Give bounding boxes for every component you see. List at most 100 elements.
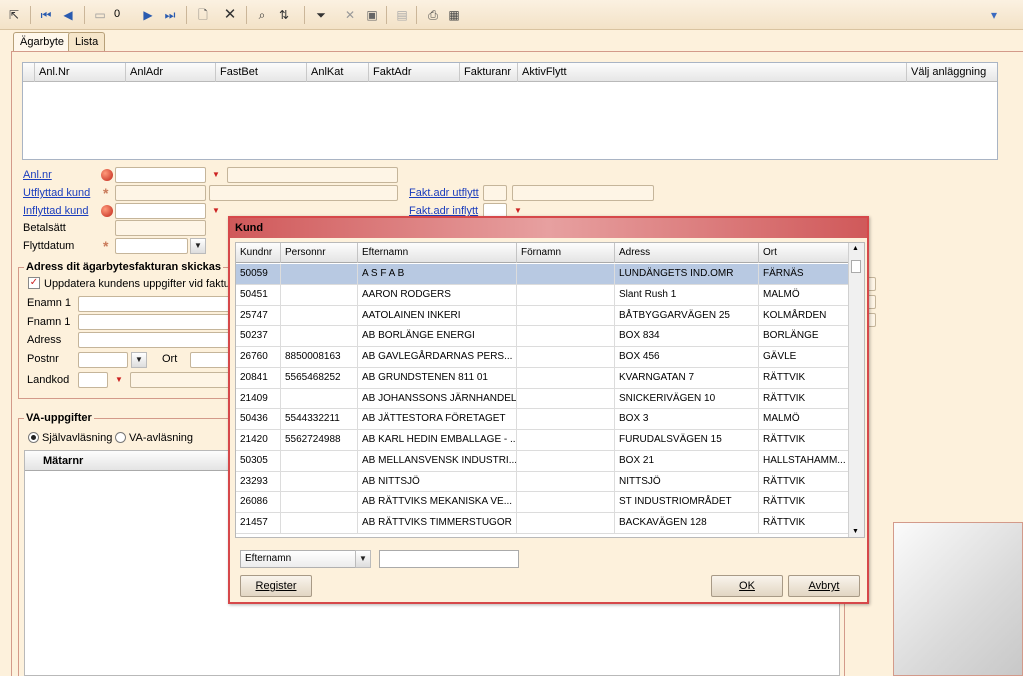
anlnr-link[interactable]: Anl.nr — [23, 169, 52, 181]
table-row[interactable]: 50305 AB MELLANSVENSK INDUSTRI... BOX 21 HA… — [236, 450, 849, 472]
anlaggning-grid[interactable]: Anl.Nr AnlAdr FastBet AnlKat FaktAdr Fak… — [22, 62, 998, 160]
utflyttad-kund-link[interactable]: Utflyttad kund — [23, 187, 90, 199]
column-header[interactable]: AnlKat — [307, 63, 369, 82]
record-icon: ▭ — [94, 8, 106, 22]
grid-header: Anl.Nr AnlAdr FastBet AnlKat FaktAdr Fak… — [23, 63, 997, 82]
table-cell: FÄRNÄS — [759, 264, 849, 284]
enamn-field[interactable] — [78, 296, 233, 312]
table-row[interactable]: 50059 A S F A B LUNDÄNGETS IND.OMR FÄRNÄS — [236, 264, 849, 285]
column-header[interactable]: Förnamn — [517, 243, 615, 263]
table-cell: 23293 — [236, 471, 281, 492]
anlnr-field[interactable] — [115, 167, 206, 183]
tab-agarbyte[interactable]: Ägarbyte — [13, 32, 72, 53]
form-icon[interactable]: ▤ — [394, 7, 410, 23]
vertical-scrollbar[interactable]: ▲ ▼ — [848, 243, 864, 537]
ort-field[interactable] — [190, 352, 233, 368]
va-avlasning-radio[interactable] — [115, 432, 126, 443]
table-row[interactable]: 21457 AB RÄTTVIKS TIMMERSTUGOR BACKAVÄGEN … — [236, 513, 849, 534]
ok-button[interactable]: OK — [711, 575, 783, 597]
update-checkbox[interactable]: ✓ — [28, 277, 40, 289]
sort-icon[interactable]: ⇅ — [276, 7, 292, 23]
filter-icon[interactable]: ⏷ — [313, 7, 329, 23]
find-icon[interactable]: ⌕ — [254, 7, 270, 23]
table-row[interactable]: 26760 8850008163 AB GAVLEGÅRDARNAS PERS...… — [236, 347, 849, 368]
adress-field[interactable] — [78, 332, 233, 348]
table-cell — [517, 326, 615, 347]
window-icon[interactable]: ▣ — [364, 7, 380, 23]
print-icon[interactable]: ⎙ — [425, 7, 441, 23]
options-icon[interactable]: ▾ — [986, 7, 1002, 23]
search-field-dropdown-icon[interactable]: ▼ — [355, 550, 371, 568]
inflyttad-kund-field[interactable] — [115, 203, 206, 219]
table-cell: 21420 — [236, 430, 281, 450]
fnamn-field[interactable] — [78, 314, 233, 330]
cancel-button[interactable]: Avbryt — [788, 575, 860, 597]
table-row[interactable]: 25747 AATOLAINEN INKERI BÅTBYGGARVÄGEN 25 K… — [236, 305, 849, 327]
table-row[interactable]: 21409 AB JOHANSSONS JÄRNHANDEL SNICKERIVÄG… — [236, 388, 849, 410]
postnr-field[interactable] — [78, 352, 128, 368]
table-cell: 21409 — [236, 388, 281, 409]
next-record-icon[interactable]: ▶ — [140, 7, 156, 23]
matarnr-column-header[interactable]: Mätarnr — [43, 455, 83, 467]
utflyttad-kund-name-field — [209, 185, 398, 201]
landkod-label: Landkod — [27, 374, 70, 386]
kund-dialog: Kund Kundnr Personnr Efternamn Förnamn A… — [228, 216, 869, 604]
table-cell: AB MELLANSVENSK INDUSTRI... — [358, 450, 517, 471]
tab-lista[interactable]: Lista — [68, 32, 106, 52]
print-preview-icon[interactable]: ▦ — [446, 7, 462, 23]
table-cell: BOX 3 — [615, 409, 759, 430]
table-row[interactable]: 50451 AARON RODGERS Slant Rush 1 MALMÖ — [236, 284, 849, 306]
table-cell: 5562724988 — [281, 430, 358, 450]
inflyttad-kund-link[interactable]: Inflyttad kund — [23, 205, 88, 217]
scroll-up-icon[interactable]: ▲ — [852, 245, 859, 252]
flyttdatum-field[interactable] — [115, 238, 188, 254]
delete-icon[interactable]: ✕ — [222, 7, 238, 23]
column-header[interactable]: FastBet — [216, 63, 307, 82]
table-row[interactable]: 23293 AB NITTSJÖ NITTSJÖ RÄTTVIK — [236, 471, 849, 493]
column-header[interactable]: AnlAdr — [126, 63, 216, 82]
scroll-thumb[interactable] — [851, 260, 861, 273]
register-button[interactable]: Register — [240, 575, 312, 597]
last-record-icon[interactable]: ⏭ — [162, 7, 178, 23]
landkod-desc-field — [130, 372, 233, 388]
inflyttad-dropdown-icon[interactable]: ▼ — [209, 204, 223, 218]
column-header[interactable]: Fakturanr — [460, 63, 518, 82]
new-document-icon[interactable]: 🗋 — [195, 7, 211, 23]
table-row[interactable]: 50436 5544332211 AB JÄTTESTORA FÖRETAGET BO… — [236, 409, 849, 430]
table-row[interactable]: 21420 5562724988 AB KARL HEDIN EMBALLAGE -… — [236, 430, 849, 451]
column-header[interactable]: FaktAdr — [369, 63, 460, 82]
column-header[interactable]: Välj anläggning — [907, 63, 997, 82]
fakt-utflytt-field[interactable] — [483, 185, 507, 201]
column-header[interactable]: Anl.Nr — [35, 63, 126, 82]
kund-grid[interactable]: Kundnr Personnr Efternamn Förnamn Adress… — [235, 242, 865, 538]
clear-filter-icon[interactable]: ✕ — [342, 7, 358, 23]
search-field-select[interactable]: Efternamn — [240, 550, 358, 568]
column-header[interactable]: Personnr — [281, 243, 358, 263]
first-record-icon[interactable]: ⏮ — [38, 7, 54, 23]
column-header[interactable]: AktivFlytt — [518, 63, 907, 82]
landkod-field[interactable] — [78, 372, 108, 388]
sjalvavlasning-radio[interactable] — [28, 432, 39, 443]
scroll-down-icon[interactable]: ▼ — [852, 528, 859, 535]
register-button-label: Register — [255, 580, 297, 592]
betalsatt-field[interactable] — [115, 220, 206, 236]
table-row[interactable]: 26086 AB RÄTTVIKS MEKANISKA VE... ST INDUS… — [236, 492, 849, 513]
column-header[interactable]: Adress — [615, 243, 759, 263]
table-cell — [517, 492, 615, 513]
postnr-dropdown-icon[interactable]: ▼ — [131, 352, 147, 368]
table-cell — [517, 388, 615, 409]
table-row[interactable]: 50237 AB BORLÄNGE ENERGI BOX 834 BORLÄNGE — [236, 326, 849, 347]
exit-icon[interactable]: ⇱ — [6, 7, 22, 23]
calendar-dropdown-icon[interactable]: ▼ — [190, 238, 206, 254]
anlnr-dropdown-icon[interactable]: ▼ — [209, 168, 223, 182]
landkod-dropdown-icon[interactable]: ▼ — [112, 373, 126, 387]
fakt-adr-utflytt-link[interactable]: Fakt.adr utflytt — [409, 187, 479, 199]
column-header[interactable]: Efternamn — [358, 243, 517, 263]
search-input[interactable] — [379, 550, 519, 568]
utflyttad-kund-field[interactable] — [115, 185, 206, 201]
table-cell: AB NITTSJÖ — [358, 471, 517, 492]
previous-record-icon[interactable]: ◀ — [60, 7, 76, 23]
table-row[interactable]: 20841 5565468252 AB GRUNDSTENEN 811 01 KVAR… — [236, 367, 849, 389]
column-header[interactable]: Ort — [759, 243, 849, 263]
column-header[interactable]: Kundnr — [236, 243, 281, 263]
